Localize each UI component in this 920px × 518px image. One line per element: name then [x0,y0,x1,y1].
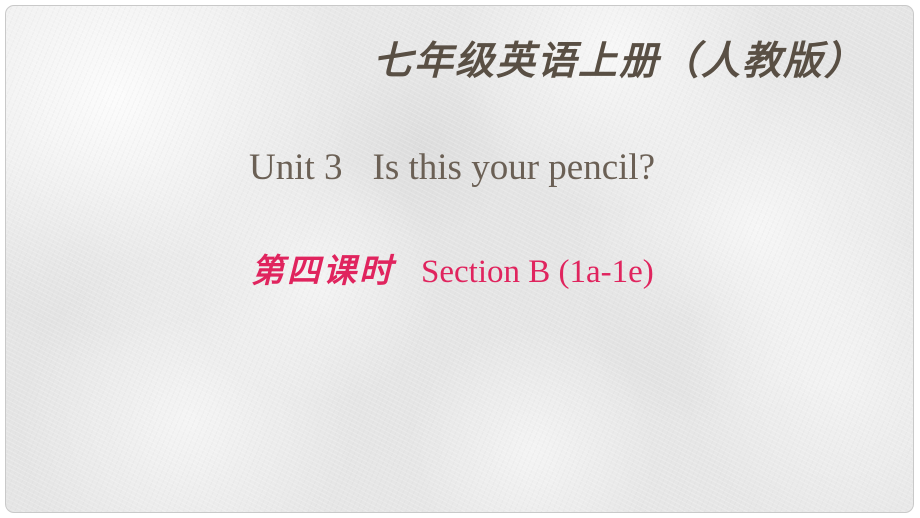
presentation-slide: 七年级英语上册（人教版） Unit 3 Is this your pencil? … [0,0,920,518]
period-number-label: 第四课时 [251,251,395,290]
unit-number-label: Unit 3 [249,147,343,188]
slide-background-panel: 七年级英语上册（人教版） Unit 3 Is this your pencil? … [5,5,914,513]
unit-question-label: Is this your pencil? [372,147,656,188]
course-book-heading-text: 七年级英语上册（人教版） [372,38,865,84]
course-book-heading: 七年级英语上册（人教版） [6,30,865,86]
section-label: Section B (1a-1e) [421,254,654,290]
period-title: 第四课时 Section B (1a-1e) [251,244,654,292]
unit-title: Unit 3 Is this your pencil? [249,146,655,189]
